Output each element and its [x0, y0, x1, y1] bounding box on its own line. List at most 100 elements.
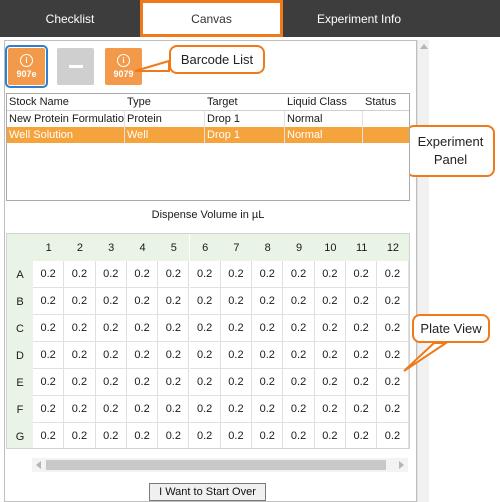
- table-row-selected[interactable]: Well Solution Well Drop 1 Normal: [7, 127, 409, 143]
- plate-well[interactable]: 0.2: [314, 315, 346, 342]
- plate-well[interactable]: 0.2: [283, 423, 315, 448]
- start-over-button[interactable]: I Want to Start Over: [149, 483, 266, 501]
- plate-well[interactable]: 0.2: [252, 369, 284, 396]
- plate-well[interactable]: 0.2: [189, 342, 221, 369]
- plate-well[interactable]: 0.2: [95, 423, 127, 448]
- plate-well[interactable]: 0.2: [314, 261, 346, 288]
- plate-well[interactable]: 0.2: [189, 288, 221, 315]
- plate-well[interactable]: 0.2: [189, 369, 221, 396]
- plate-well[interactable]: 0.2: [377, 288, 409, 315]
- plate-well[interactable]: 0.2: [189, 423, 221, 448]
- plate-well[interactable]: 0.2: [346, 342, 378, 369]
- plate-well[interactable]: 0.2: [126, 423, 159, 448]
- plate-well[interactable]: 0.2: [126, 369, 159, 396]
- scroll-up-icon[interactable]: [420, 44, 428, 49]
- column-header-liquid-class[interactable]: Liquid Class: [285, 94, 363, 110]
- plate-well[interactable]: 0.2: [33, 261, 65, 288]
- plate-well[interactable]: 0.2: [189, 396, 221, 423]
- plate-well[interactable]: 0.2: [33, 369, 65, 396]
- plate-well[interactable]: 0.2: [126, 396, 159, 423]
- plate-well[interactable]: 0.2: [283, 315, 315, 342]
- plate-column-header[interactable]: 4: [126, 234, 159, 261]
- tab-experiment-info[interactable]: Experiment Info: [283, 0, 435, 37]
- plate-well[interactable]: 0.2: [64, 315, 96, 342]
- plate-well[interactable]: 0.2: [158, 423, 190, 448]
- plate-well[interactable]: 0.2: [95, 315, 127, 342]
- plate-well[interactable]: 0.2: [220, 423, 253, 448]
- plate-well[interactable]: 0.2: [189, 261, 221, 288]
- barcode-tile-907e[interactable]: i 907e: [5, 45, 48, 88]
- plate-well[interactable]: 0.2: [252, 261, 284, 288]
- vertical-scrollbar[interactable]: [417, 40, 429, 502]
- plate-row-header[interactable]: F: [7, 396, 33, 423]
- plate-well[interactable]: 0.2: [95, 261, 127, 288]
- plate-well[interactable]: 0.2: [377, 315, 409, 342]
- plate-well[interactable]: 0.2: [346, 261, 378, 288]
- plate-well[interactable]: 0.2: [252, 342, 284, 369]
- plate-well[interactable]: 0.2: [377, 423, 409, 448]
- plate-well[interactable]: 0.2: [314, 288, 346, 315]
- plate-well[interactable]: 0.2: [158, 288, 190, 315]
- plate-well[interactable]: 0.2: [95, 396, 127, 423]
- plate-column-header[interactable]: 8: [252, 234, 284, 261]
- plate-column-header[interactable]: 12: [377, 234, 409, 261]
- plate-well[interactable]: 0.2: [126, 315, 159, 342]
- plate-well[interactable]: 0.2: [314, 342, 346, 369]
- plate-well[interactable]: 0.2: [158, 396, 190, 423]
- barcode-tile-9079[interactable]: i 9079: [105, 48, 142, 85]
- plate-well[interactable]: 0.2: [346, 369, 378, 396]
- plate-column-header[interactable]: 9: [283, 234, 315, 261]
- plate-well[interactable]: 0.2: [126, 288, 159, 315]
- plate-well[interactable]: 0.2: [377, 369, 409, 396]
- column-header-type[interactable]: Type: [125, 94, 205, 110]
- plate-row-header[interactable]: G: [7, 423, 33, 448]
- plate-well[interactable]: 0.2: [64, 396, 96, 423]
- plate-row-header[interactable]: B: [7, 288, 33, 315]
- barcode-tile-empty[interactable]: [57, 48, 94, 85]
- plate-well[interactable]: 0.2: [33, 396, 65, 423]
- plate-well[interactable]: 0.2: [283, 288, 315, 315]
- plate-well[interactable]: 0.2: [314, 396, 346, 423]
- plate-column-header[interactable]: 2: [64, 234, 96, 261]
- plate-well[interactable]: 0.2: [283, 261, 315, 288]
- plate-well[interactable]: 0.2: [220, 342, 253, 369]
- plate-well[interactable]: 0.2: [126, 261, 159, 288]
- plate-well[interactable]: 0.2: [252, 288, 284, 315]
- plate-row-header[interactable]: C: [7, 315, 33, 342]
- plate-well[interactable]: 0.2: [33, 342, 65, 369]
- plate-well[interactable]: 0.2: [377, 261, 409, 288]
- tab-canvas[interactable]: Canvas: [140, 0, 283, 37]
- column-header-status[interactable]: Status: [363, 94, 409, 110]
- plate-well[interactable]: 0.2: [33, 315, 65, 342]
- horizontal-scrollbar[interactable]: [32, 458, 408, 472]
- plate-well[interactable]: 0.2: [377, 396, 409, 423]
- plate-column-header[interactable]: 3: [95, 234, 127, 261]
- plate-well[interactable]: 0.2: [64, 342, 96, 369]
- plate-well[interactable]: 0.2: [189, 315, 221, 342]
- plate-row-header[interactable]: A: [7, 261, 33, 288]
- plate-well[interactable]: 0.2: [220, 396, 253, 423]
- plate-row-header[interactable]: E: [7, 369, 33, 396]
- plate-well[interactable]: 0.2: [64, 288, 96, 315]
- plate-well[interactable]: 0.2: [346, 396, 378, 423]
- plate-well[interactable]: 0.2: [33, 288, 65, 315]
- plate-well[interactable]: 0.2: [283, 369, 315, 396]
- plate-column-header[interactable]: 1: [33, 234, 65, 261]
- plate-well[interactable]: 0.2: [283, 396, 315, 423]
- plate-column-header[interactable]: 10: [314, 234, 346, 261]
- plate-well[interactable]: 0.2: [95, 288, 127, 315]
- tab-checklist[interactable]: Checklist: [0, 0, 140, 37]
- plate-well[interactable]: 0.2: [64, 261, 96, 288]
- scroll-left-icon[interactable]: [36, 461, 41, 469]
- plate-well[interactable]: 0.2: [252, 315, 284, 342]
- scroll-right-icon[interactable]: [399, 461, 404, 469]
- plate-well[interactable]: 0.2: [220, 288, 253, 315]
- plate-well[interactable]: 0.2: [346, 288, 378, 315]
- plate-column-header[interactable]: 5: [158, 234, 190, 261]
- plate-well[interactable]: 0.2: [252, 396, 284, 423]
- plate-column-header[interactable]: 6: [189, 234, 221, 261]
- plate-well[interactable]: 0.2: [95, 342, 127, 369]
- plate-well[interactable]: 0.2: [283, 342, 315, 369]
- column-header-target[interactable]: Target: [205, 94, 285, 110]
- plate-column-header[interactable]: 11: [346, 234, 378, 261]
